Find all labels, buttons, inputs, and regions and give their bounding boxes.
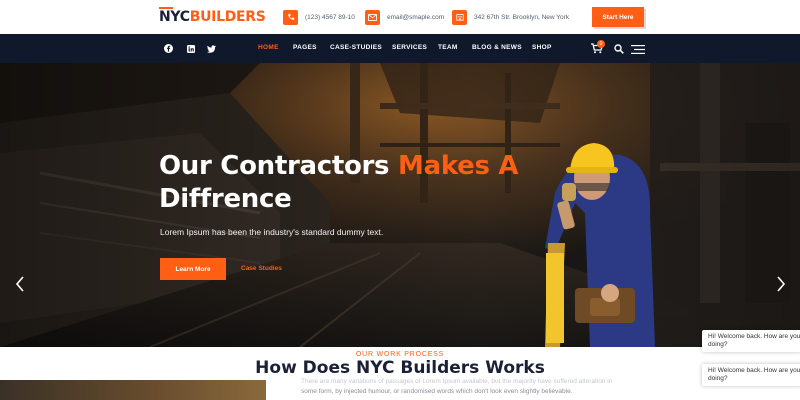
nav-shop[interactable]: SHOP (532, 44, 552, 51)
logo[interactable]: NYCBUILDERS (159, 9, 266, 25)
nav-services[interactable]: SERVICES (392, 44, 427, 51)
slider-next-arrow-icon[interactable] (776, 276, 786, 292)
page: NYCBUILDERS (123) 4567 89-10 email@smapl… (0, 0, 800, 400)
nav-pages[interactable]: PAGES (293, 44, 317, 51)
twitter-icon[interactable] (207, 44, 216, 53)
section-eyebrow: OUR WORK PROCESS (355, 351, 445, 358)
email-contact[interactable]: email@smaple.com (365, 8, 444, 26)
slider-prev-arrow-icon[interactable] (15, 276, 25, 292)
section-title: How Does NYC Builders Works (255, 358, 545, 378)
facebook-icon[interactable] (164, 44, 173, 53)
chat-bubble[interactable]: Hi! Welcome back. How are you doing? (702, 330, 800, 352)
nav-blog-news[interactable]: BLOG & NEWS (472, 44, 522, 51)
email-icon (365, 9, 380, 25)
phone-icon (283, 9, 298, 25)
phone-number: (123) 4567 89-10 (305, 13, 355, 21)
building-icon (452, 9, 467, 25)
chat-bubble[interactable]: Hi! Welcome back. How are you doing? (702, 364, 800, 386)
email-address: email@smaple.com (387, 13, 445, 21)
cart-count-badge: 0 (597, 40, 605, 48)
search-icon[interactable] (614, 44, 624, 54)
learn-more-button[interactable]: Learn More (160, 258, 226, 280)
linkedin-icon[interactable] (186, 44, 195, 53)
top-bar: NYCBUILDERS (123) 4567 89-10 email@smapl… (0, 0, 800, 34)
hero-subtitle: Lorem Ipsum has been the industry's stan… (160, 227, 384, 237)
nav-team[interactable]: TEAM (438, 44, 458, 51)
main-nav: HOME PAGES CASE-STUDIES SERVICES TEAM BL… (0, 34, 800, 63)
nav-home[interactable]: HOME (258, 44, 279, 51)
section-side-image (0, 380, 266, 400)
address-text: 342 67th Str. Brooklyn, New York (474, 13, 570, 21)
hamburger-menu-icon[interactable] (631, 45, 645, 54)
nav-case-studies[interactable]: CASE-STUDIES (330, 44, 382, 51)
case-studies-link[interactable]: Case Studies (241, 265, 282, 272)
address-contact: 342 67th Str. Brooklyn, New York (452, 8, 569, 26)
hero-title: Our Contractors Makes A Diffrence (159, 151, 519, 214)
section-body: There are many variations of passages of… (301, 378, 613, 395)
phone-contact[interactable]: (123) 4567 89-10 (283, 8, 355, 26)
start-here-button[interactable]: Start Here (592, 7, 644, 27)
